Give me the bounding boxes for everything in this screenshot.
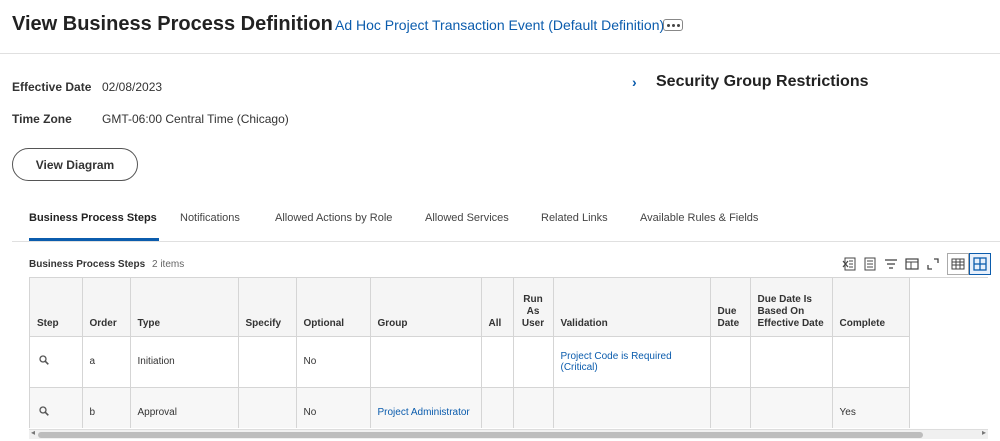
due-date-cell [710, 336, 751, 388]
column-header-order[interactable]: Order [82, 278, 131, 337]
validation-link[interactable]: Project Code is Required (Critical) [561, 351, 672, 373]
column-header-due-date[interactable]: Due Date [710, 278, 751, 337]
type-cell: Initiation [130, 336, 239, 388]
grid-title: Business Process Steps [29, 259, 146, 270]
order-cell: a [82, 336, 131, 388]
step-cell [30, 336, 83, 388]
time-zone-label: Time Zone [12, 112, 72, 126]
column-header-validation[interactable]: Validation [553, 278, 711, 337]
table-row: a Initiation No Project Code is Required… [30, 336, 910, 388]
horizontal-scrollbar[interactable]: ◂ ▸ [29, 428, 988, 439]
column-header-all[interactable]: All [481, 278, 514, 337]
group-link[interactable]: Project Administrator [378, 407, 470, 418]
table-view-icon[interactable] [947, 253, 969, 275]
print-icon[interactable] [859, 254, 880, 275]
more-dots-icon [666, 23, 670, 27]
complete-cell [832, 336, 910, 388]
due-date-cell [710, 387, 751, 428]
tab-business-process-steps[interactable]: Business Process Steps [29, 212, 157, 224]
steps-table-container: Step Order Type Specify Optional Group A… [29, 277, 988, 428]
chevron-right-icon: › [632, 74, 637, 90]
security-group-restrictions-toggle[interactable]: › Security Group Restrictions [632, 73, 869, 91]
run-as-user-cell [513, 387, 554, 428]
specify-cell [238, 336, 297, 388]
tab-related-links[interactable]: Related Links [541, 212, 608, 224]
grid-item-count: 2 items [152, 259, 185, 270]
table-header-row: Step Order Type Specify Optional Group A… [30, 278, 910, 337]
column-header-optional[interactable]: Optional [296, 278, 371, 337]
step-cell [30, 387, 83, 428]
validation-cell: Project Code is Required (Critical) [553, 336, 711, 388]
effective-date-value: 02/08/2023 [102, 80, 163, 94]
table-row: b Approval No Project Administrator Yes [30, 387, 910, 428]
more-dot [671, 23, 675, 27]
optional-cell: No [296, 336, 371, 388]
specify-cell [238, 387, 297, 428]
column-header-step[interactable]: Step [30, 278, 83, 337]
group-cell: Project Administrator [370, 387, 482, 428]
active-tab-indicator [29, 238, 159, 241]
due-date-based-cell [750, 387, 833, 428]
search-icon[interactable] [39, 355, 49, 368]
steps-table: Step Order Type Specify Optional Group A… [30, 278, 910, 428]
column-header-specify[interactable]: Specify [238, 278, 297, 337]
scrollbar-thumb[interactable] [38, 432, 923, 438]
column-header-due-date-based[interactable]: Due Date Is Based On Effective Date [750, 278, 833, 337]
security-group-restrictions-title: Security Group Restrictions [656, 73, 869, 90]
search-icon[interactable] [39, 406, 49, 419]
time-zone-value: GMT-06:00 Central Time (Chicago) [102, 112, 289, 126]
due-date-based-cell [750, 336, 833, 388]
fullscreen-icon[interactable] [922, 254, 943, 275]
page-title: View Business Process Definition [12, 13, 333, 35]
group-cell [370, 336, 482, 388]
grid-view-icon[interactable] [969, 253, 991, 275]
column-header-type[interactable]: Type [130, 278, 239, 337]
column-header-run-as-user[interactable]: Run As User [513, 278, 554, 337]
order-cell: b [82, 387, 131, 428]
tab-allowed-services[interactable]: Allowed Services [425, 212, 509, 224]
complete-cell: Yes [832, 387, 910, 428]
column-header-complete[interactable]: Complete [832, 278, 910, 337]
column-header-group[interactable]: Group [370, 278, 482, 337]
page-header: View Business Process Definition Ad Hoc … [0, 0, 1000, 54]
optional-cell: No [296, 387, 371, 428]
effective-date-label: Effective Date [12, 80, 92, 94]
grid-toolbar [838, 252, 991, 276]
tab-bar: Business Process Steps Notifications All… [12, 200, 1000, 242]
scroll-right-icon[interactable]: ▸ [980, 428, 988, 437]
validation-cell [553, 387, 711, 428]
tab-notifications[interactable]: Notifications [180, 212, 240, 224]
all-cell [481, 336, 514, 388]
tab-available-rules-fields[interactable]: Available Rules & Fields [640, 212, 758, 224]
filter-icon[interactable] [880, 254, 901, 275]
business-process-link[interactable]: Ad Hoc Project Transaction Event (Defaul… [335, 17, 664, 33]
run-as-user-cell [513, 336, 554, 388]
export-excel-icon[interactable] [838, 254, 859, 275]
all-cell [481, 387, 514, 428]
columns-icon[interactable] [901, 254, 922, 275]
more-dot [676, 23, 680, 27]
view-diagram-button[interactable]: View Diagram [12, 148, 138, 181]
scroll-left-icon[interactable]: ◂ [29, 428, 37, 437]
related-actions-button[interactable] [663, 19, 683, 31]
type-cell: Approval [130, 387, 239, 428]
tab-allowed-actions-by-role[interactable]: Allowed Actions by Role [275, 212, 392, 224]
